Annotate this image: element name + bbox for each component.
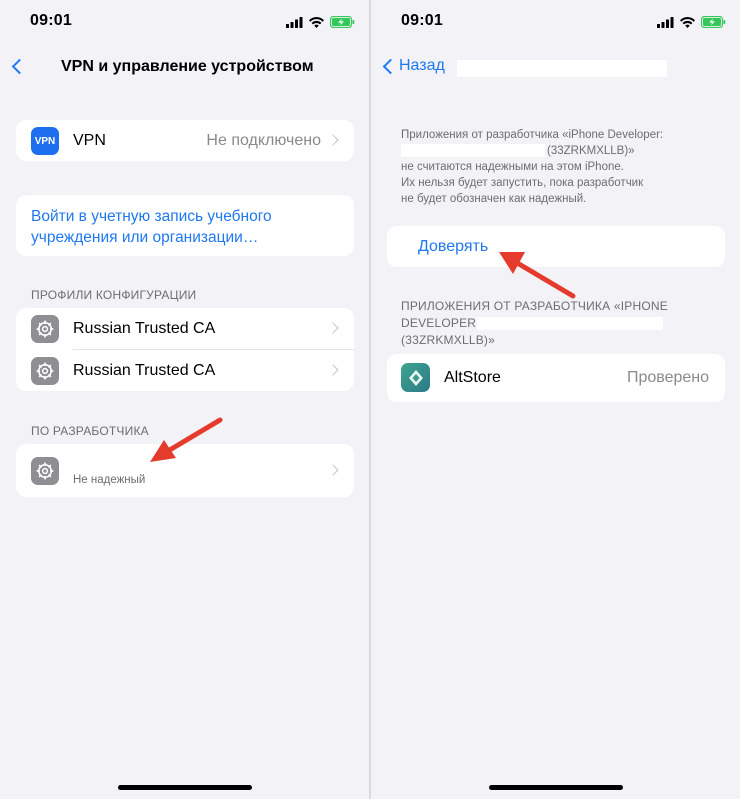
back-label: Назад — [399, 57, 445, 74]
info-line1: Приложения от разработчика «iPhone Devel… — [401, 129, 664, 141]
status-time: 09:01 — [401, 12, 443, 29]
chevron-right-icon — [327, 464, 339, 476]
settings-screen-developer-trust: 09:01 Назад Приложения от разработчика «… — [371, 0, 740, 799]
untrusted-info-text: Приложения от разработчика «iPhone Devel… — [401, 127, 721, 207]
altstore-app-icon — [401, 363, 430, 392]
gear-icon — [31, 357, 59, 385]
info-line4: Их нельзя будет запустить, пока разработ… — [401, 177, 644, 189]
profile-row-2[interactable]: Russian Trusted CA — [16, 350, 354, 391]
redacted-title — [457, 60, 667, 77]
gear-icon — [31, 315, 59, 343]
cellular-signal-icon — [657, 16, 674, 28]
settings-screen-vpn-device-management: 09:01 VPN и управление устройством VPN V… — [0, 0, 369, 799]
status-icons — [657, 15, 726, 29]
red-arrow-annotation — [499, 252, 576, 299]
signin-text-line1: Войти в учетную запись учебного — [31, 208, 272, 225]
back-chevron-icon — [382, 58, 399, 75]
chevron-right-icon — [327, 364, 339, 376]
battery-charging-icon — [330, 16, 355, 28]
trust-label: Доверять — [418, 238, 489, 255]
developer-section-header: ПО РАЗРАБОТЧИКА — [31, 424, 149, 438]
vpn-row[interactable]: VPN VPN Не подключено — [16, 120, 354, 161]
cellular-signal-icon — [286, 16, 303, 28]
info-line5: не будет обозначен как надежный. — [401, 193, 587, 205]
home-indicator[interactable] — [118, 785, 252, 790]
app-row-altstore: AltStore Проверено — [387, 354, 725, 402]
wifi-icon — [309, 16, 324, 28]
status-icons — [286, 15, 355, 29]
profiles-section-header: ПРОФИЛИ КОНФИГУРАЦИИ — [31, 288, 197, 302]
redacted-developer-name — [477, 317, 663, 330]
home-indicator[interactable] — [489, 785, 623, 790]
chevron-right-icon — [327, 134, 339, 146]
nav-title: VPN и управление устройством — [61, 58, 314, 75]
battery-charging-icon — [701, 16, 726, 28]
info-line3: не считаются надежными на этом iPhone. — [401, 161, 624, 173]
vpn-label: VPN — [73, 132, 106, 149]
profiles-list: Russian Trusted CA Russian Trusted CA — [16, 308, 354, 391]
signin-text-line2: учреждения или организации… — [31, 229, 259, 246]
gear-icon — [31, 457, 59, 485]
red-arrow-annotation — [150, 417, 223, 462]
wifi-icon — [680, 16, 695, 28]
profile-name: Russian Trusted CA — [73, 320, 216, 337]
back-chevron-icon[interactable] — [11, 58, 28, 75]
vpn-icon: VPN — [31, 127, 59, 155]
status-time: 09:01 — [30, 12, 72, 29]
app-name: AltStore — [444, 369, 501, 386]
signin-text: Войти в учетную запись учебного учрежден… — [31, 206, 272, 248]
profile-row-1[interactable]: Russian Trusted CA — [16, 308, 354, 349]
chevron-right-icon — [327, 322, 339, 334]
profile-name: Russian Trusted CA — [73, 362, 216, 379]
developer-trust-status: Не надежный — [73, 474, 146, 486]
apps-header-line3: (33ZRKMXLLB)» — [401, 333, 495, 347]
app-verified-status: Проверено — [626, 369, 709, 386]
vpn-status-value: Не подключено — [206, 132, 321, 149]
redacted-developer-name — [401, 144, 545, 157]
school-work-signin-button[interactable]: Войти в учетную запись учебного учрежден… — [16, 195, 354, 256]
